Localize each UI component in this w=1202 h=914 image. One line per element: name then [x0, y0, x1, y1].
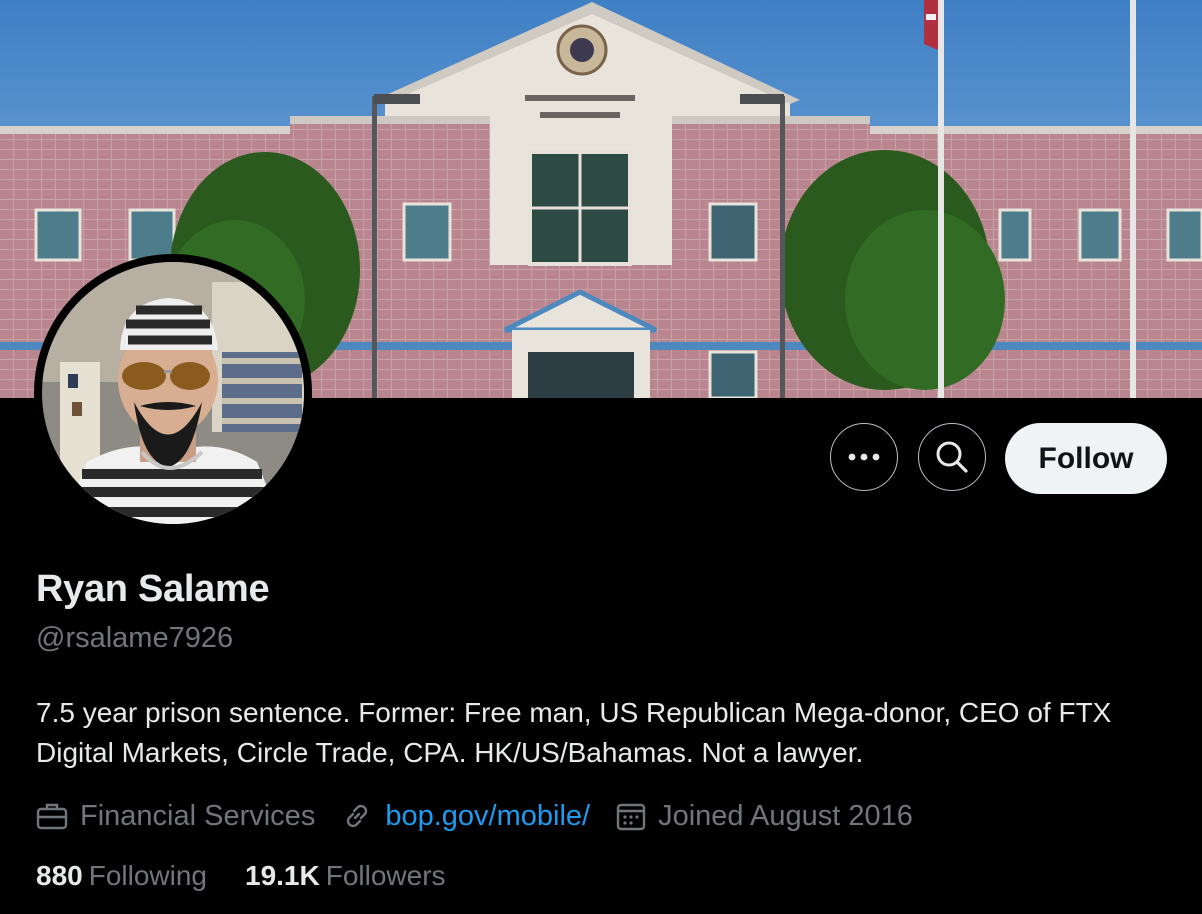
ellipsis-icon [848, 453, 880, 461]
following-link[interactable]: 880 Following [36, 860, 207, 892]
profile-joined-label: Joined August 2016 [658, 799, 913, 832]
profile-page: Follow Ryan Salame @rsalame7926 7.5 year… [0, 0, 1202, 914]
profile-handle: @rsalame7926 [36, 622, 234, 654]
profile-stats: 880 Following 19.1K Followers [36, 860, 484, 892]
followers-link[interactable]: 19.1K Followers [245, 860, 446, 892]
profile-joined: Joined August 2016 [616, 800, 913, 833]
profile-link-item: bop.gov/mobile/ [341, 800, 590, 833]
avatar-image [42, 262, 304, 524]
search-icon [936, 441, 968, 473]
more-options-button[interactable] [830, 423, 898, 491]
search-profile-button[interactable] [918, 423, 986, 491]
briefcase-icon [36, 803, 68, 830]
calendar-icon [616, 803, 646, 831]
profile-bio: 7.5 year prison sentence. Former: Free m… [36, 697, 1112, 768]
link-icon [347, 804, 368, 828]
profile-category: Financial Services [36, 800, 315, 833]
avatar[interactable] [34, 254, 312, 532]
follow-button[interactable]: Follow [1005, 423, 1167, 494]
following-count: 880 [36, 860, 83, 891]
followers-count: 19.1K [245, 860, 320, 891]
following-label: Following [88, 860, 207, 891]
profile-name: Ryan Salame [36, 568, 270, 610]
profile-meta: Financial Services bop.gov/mobile/ Joine… [36, 796, 939, 836]
profile-category-label: Financial Services [80, 799, 316, 832]
followers-label: Followers [325, 860, 446, 891]
profile-website-link[interactable]: bop.gov/mobile/ [385, 800, 590, 833]
